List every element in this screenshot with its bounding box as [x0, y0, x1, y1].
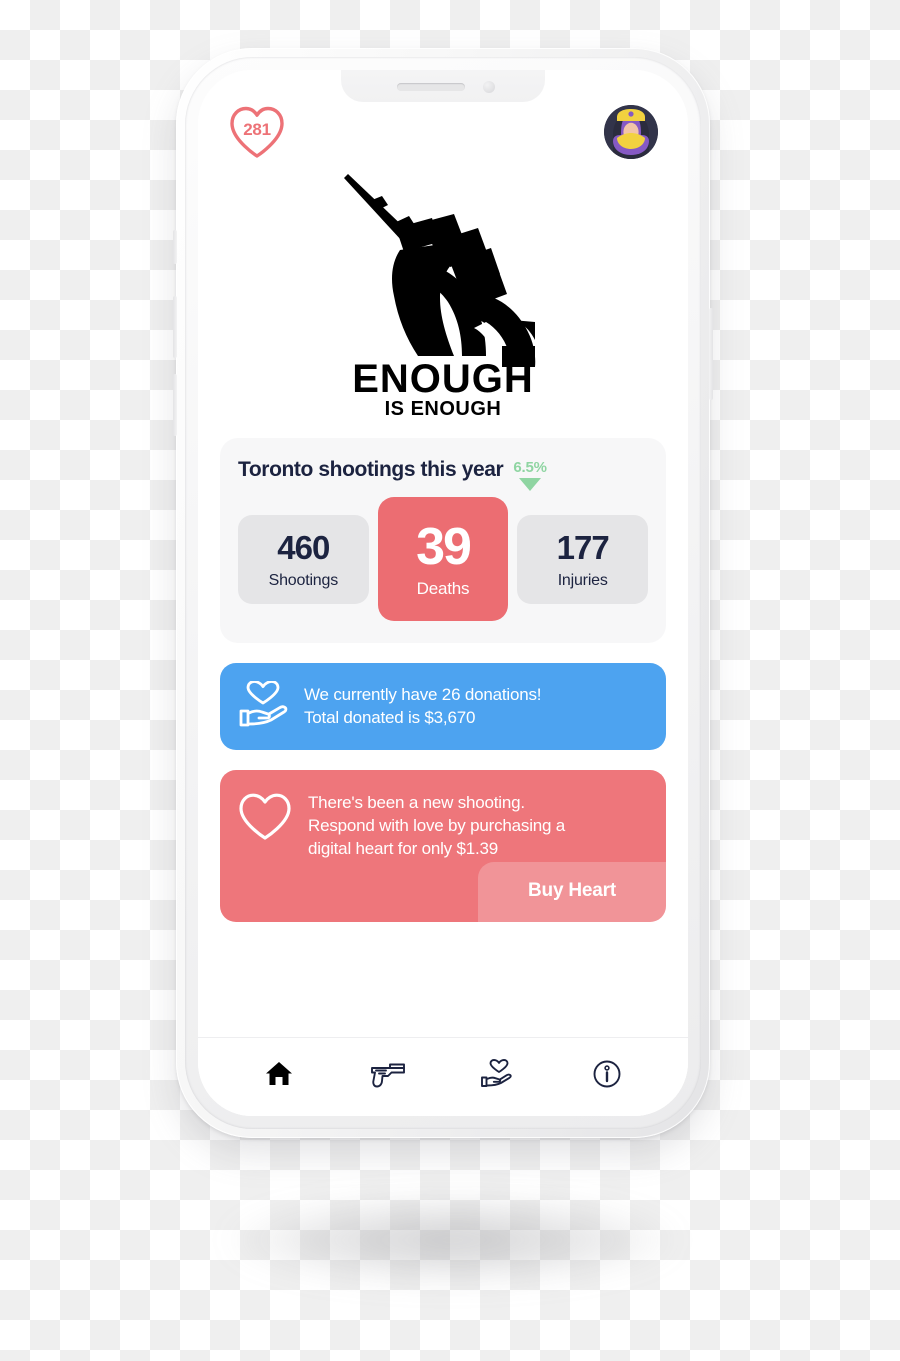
- donation-banner-text: We currently have 26 donations! Total do…: [304, 684, 541, 730]
- fist-holding-broken-gun-icon: ENOUGH IS ENOUGH: [343, 174, 535, 420]
- stats-row: 460 Shootings 39 Deaths 177 Injuries: [238, 497, 649, 621]
- home-icon: [265, 1062, 292, 1085]
- stat-number: 460: [277, 528, 330, 566]
- donation-banner[interactable]: We currently have 26 donations! Total do…: [220, 663, 666, 750]
- power-button[interactable]: [709, 308, 713, 400]
- alert-banner-content: There's been a new shooting. Respond wit…: [238, 792, 565, 861]
- stats-panel: Toronto shootings this year 6.5% 460 Sho…: [220, 438, 666, 643]
- trend-indicator: 6.5%: [513, 459, 547, 491]
- stats-title: Toronto shootings this year: [238, 458, 504, 481]
- logo-subtitle: IS ENOUGH: [384, 398, 501, 420]
- app-content: 281 ENOUGH IS ENOUGH Toronto shootings t…: [198, 70, 688, 1037]
- volume-up-button[interactable]: [173, 296, 177, 358]
- donation-line-1: We currently have 26 donations!: [304, 684, 542, 704]
- app-logo: ENOUGH IS ENOUGH: [220, 170, 666, 420]
- alert-line-2: Respond with love by purchasing a: [308, 815, 566, 835]
- trend-value: 6.5%: [513, 459, 547, 476]
- gun-icon: [371, 1063, 406, 1088]
- heart-count-badge[interactable]: 281: [228, 105, 286, 159]
- nav-item-home[interactable]: [253, 1051, 305, 1097]
- phone-screen: 281 ENOUGH IS ENOUGH Toronto shootings t…: [198, 70, 688, 1116]
- stat-number: 177: [556, 528, 610, 566]
- stat-label: Shootings: [268, 571, 339, 589]
- alert-line-3: digital heart for only $1.39: [308, 838, 499, 858]
- stat-label: Injuries: [557, 571, 608, 589]
- volume-down-button[interactable]: [173, 374, 177, 436]
- alert-banner-text: There's been a new shooting. Respond wit…: [308, 792, 565, 861]
- alert-banner: There's been a new shooting. Respond wit…: [220, 770, 666, 922]
- bottom-navigation-bar: [198, 1037, 688, 1116]
- alert-line-1: There's been a new shooting.: [308, 793, 525, 812]
- phone-notch: [341, 70, 545, 102]
- hand-holding-heart-icon: [480, 1059, 512, 1087]
- stat-cell-injuries[interactable]: 177 Injuries: [517, 514, 649, 604]
- nav-item-shootings[interactable]: [362, 1051, 414, 1097]
- heart-outline-icon: [238, 792, 292, 847]
- stat-label: Deaths: [416, 579, 470, 598]
- buy-heart-button[interactable]: Buy Heart: [478, 862, 666, 922]
- donation-line-2: Total donated is $3,670: [304, 707, 476, 727]
- phone-device-frame: 281 ENOUGH IS ENOUGH Toronto shootings t…: [173, 48, 713, 1138]
- stat-cell-deaths[interactable]: 39 Deaths: [377, 497, 509, 621]
- info-circle-icon: [593, 1060, 621, 1088]
- stats-header: Toronto shootings this year 6.5%: [238, 458, 648, 491]
- hand-holding-heart-icon: [238, 680, 288, 732]
- trend-down-arrow-icon: [519, 478, 542, 491]
- avatar-icon: [604, 105, 658, 159]
- app-root: 281 ENOUGH IS ENOUGH Toronto shootings t…: [198, 70, 688, 1116]
- nav-item-donate[interactable]: [472, 1051, 524, 1097]
- logo-title: ENOUGH: [352, 357, 534, 401]
- stat-cell-shootings[interactable]: 460 Shootings: [238, 514, 369, 604]
- phone-drop-shadow: [225, 1195, 680, 1285]
- silent-switch-button[interactable]: [173, 230, 177, 264]
- stat-number: 39: [416, 518, 472, 576]
- front-camera-icon: [483, 81, 495, 93]
- heart-count-label: 281: [243, 120, 271, 139]
- nav-item-info[interactable]: [581, 1051, 633, 1097]
- speaker-grille-icon: [397, 83, 465, 91]
- avatar[interactable]: [604, 105, 658, 159]
